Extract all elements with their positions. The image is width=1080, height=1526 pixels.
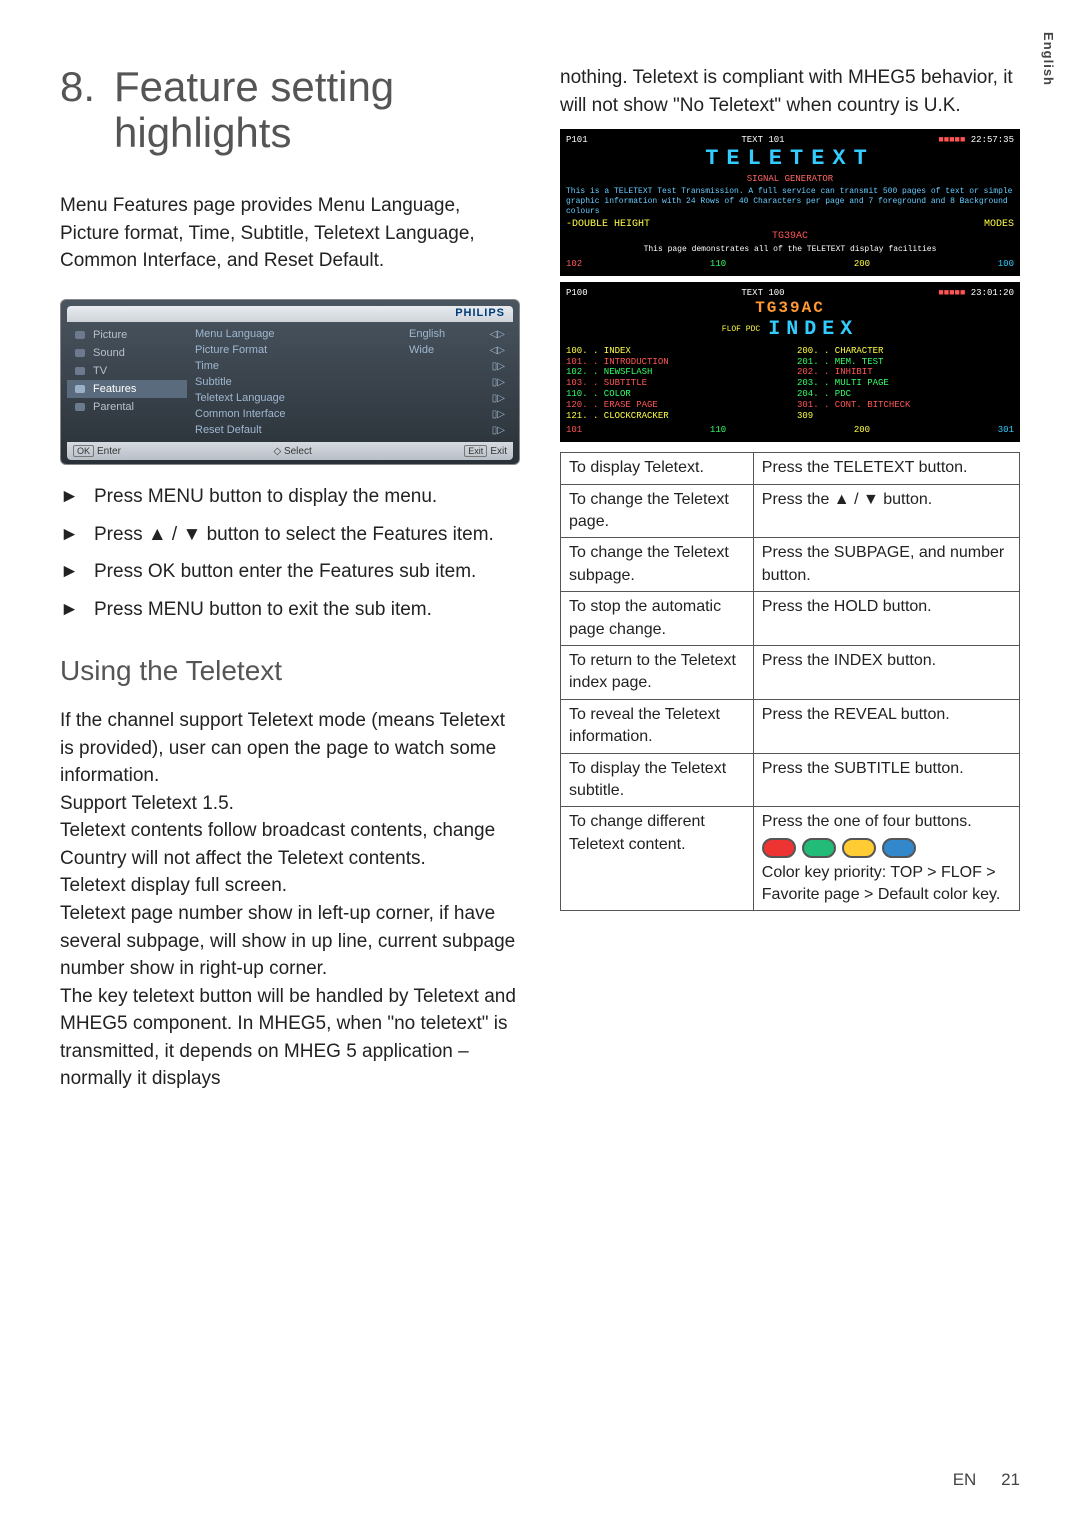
teletext-para: Teletext page number show in left-up cor… (60, 900, 520, 983)
action-text: Color key priority: TOP > FLOF > Favorit… (762, 862, 1011, 907)
table-row: To change different Teletext content. Pr… (561, 807, 1020, 911)
footer-lang: EN (953, 1470, 977, 1489)
title-line1: Feature setting (114, 63, 394, 110)
yellow-key-icon (842, 838, 876, 858)
menu-item-sound: Sound (67, 344, 187, 362)
green-key-icon (802, 838, 836, 858)
action-text: Press the one of four buttons. (762, 811, 1011, 833)
teletext-heading: Using the Teletext (60, 655, 520, 687)
menu-left-panel: Picture Sound TV Features Parental (67, 322, 187, 442)
continuation-para: nothing. Teletext is compliant with MHEG… (560, 64, 1020, 119)
teletext-para: Teletext display full screen. (60, 872, 520, 900)
language-side-tab: English (1041, 32, 1056, 86)
red-key-icon (762, 838, 796, 858)
menu-row: Reset Default▯▷ (191, 422, 509, 438)
menu-item-picture: Picture (67, 326, 187, 344)
teletext-para: Teletext contents follow broadcast conte… (60, 817, 520, 872)
teletext-actions-table: To display Teletext.Press the TELETEXT b… (560, 452, 1020, 911)
page-footer: EN 21 (953, 1470, 1020, 1490)
step-marker-icon: ► (60, 483, 94, 511)
teletext-subtitle: SIGNAL GENERATOR (566, 174, 1014, 185)
menu-footer: OKEnter ◇ Select ExitExit (67, 442, 513, 460)
step-marker-icon: ► (60, 521, 94, 549)
menu-item-tv: TV (67, 362, 187, 380)
table-row: To change the Teletext page.Press the ▲ … (561, 484, 1020, 538)
step-marker-icon: ► (60, 596, 94, 624)
right-column: nothing. Teletext is compliant with MHEG… (560, 64, 1020, 1093)
table-row: To reveal the Teletext information.Press… (561, 699, 1020, 753)
page-title: 8.Feature settinghighlights (60, 64, 520, 156)
steps-list: ►Press MENU button to display the menu. … (60, 483, 520, 623)
table-row: To return to the Teletext index page.Pre… (561, 645, 1020, 699)
table-row: To display Teletext.Press the TELETEXT b… (561, 453, 1020, 484)
menu-row: Picture FormatWide◁▷ (191, 342, 509, 358)
step-marker-icon: ► (60, 558, 94, 586)
menu-row: Time▯▷ (191, 358, 509, 374)
teletext-para: The key teletext button will be handled … (60, 983, 520, 1093)
menu-row: Common Interface▯▷ (191, 406, 509, 422)
blue-key-icon (882, 838, 916, 858)
menu-right-panel: Menu LanguageEnglish◁▷ Picture FormatWid… (187, 322, 513, 442)
step-item: ►Press MENU button to display the menu. (60, 483, 520, 511)
table-row: To change the Teletext subpage.Press the… (561, 538, 1020, 592)
menu-row: Teletext Language▯▷ (191, 390, 509, 406)
menu-item-features: Features (67, 380, 187, 398)
title-number: 8. (60, 64, 114, 110)
title-line2: highlights (114, 109, 291, 156)
step-item: ►Press OK button enter the Features sub … (60, 558, 520, 586)
color-keys-icon (762, 838, 1011, 858)
intro-paragraph: Menu Features page provides Menu Languag… (60, 192, 520, 275)
menu-item-parental: Parental (67, 398, 187, 416)
menu-brand: PHILIPS (67, 306, 513, 322)
step-item: ►Press MENU button to exit the sub item. (60, 596, 520, 624)
menu-row: Subtitle▯▷ (191, 374, 509, 390)
teletext-screenshot-2: P100TEXT 100■■■■■ 23:01:20 TG39AC FLOF P… (560, 282, 1020, 442)
footer-page-number: 21 (1001, 1470, 1020, 1489)
teletext-title: TELETEXT (566, 146, 1014, 172)
table-row: To stop the automatic page change.Press … (561, 592, 1020, 646)
teletext-para: If the channel support Teletext mode (me… (60, 707, 520, 790)
teletext-para: Support Teletext 1.5. (60, 790, 520, 818)
menu-row: Menu LanguageEnglish◁▷ (191, 326, 509, 342)
step-item: ►Press ▲ / ▼ button to select the Featur… (60, 521, 520, 549)
features-menu-screenshot: PHILIPS Picture Sound TV Features Parent… (60, 299, 520, 465)
teletext-body: This is a TELETEXT Test Transmission. A … (566, 187, 1014, 217)
left-column: 8.Feature settinghighlights Menu Feature… (60, 64, 520, 1093)
table-row: To display the Teletext subtitle.Press t… (561, 753, 1020, 807)
teletext-screenshot-1: P101TEXT 101■■■■■ 22:57:35 TELETEXT SIGN… (560, 129, 1020, 276)
